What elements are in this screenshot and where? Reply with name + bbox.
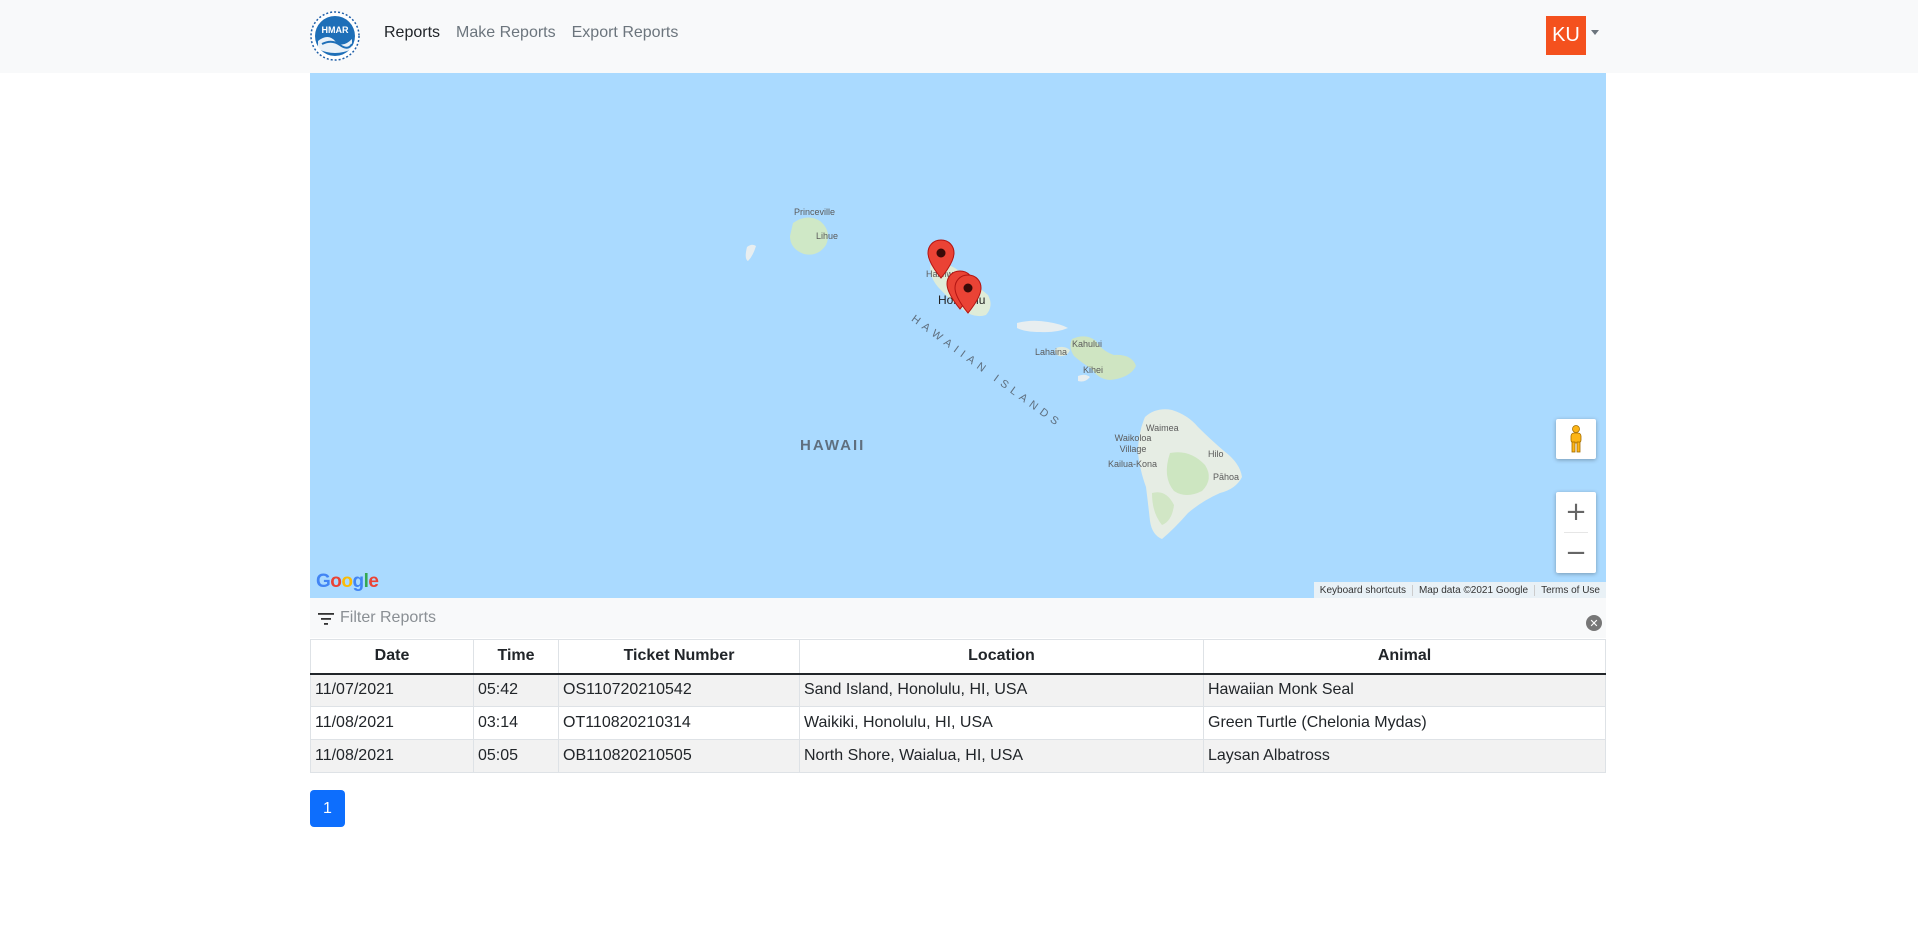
cell-date: 11/08/2021 xyxy=(310,706,474,740)
map-label-waikoloa: Waikoloa Village xyxy=(1114,433,1152,454)
cell-animal: Hawaiian Monk Seal xyxy=(1203,673,1606,707)
cell-animal: Green Turtle (Chelonia Mydas) xyxy=(1203,706,1606,740)
cell-date: 11/08/2021 xyxy=(310,739,474,773)
column-header-time[interactable]: Time xyxy=(473,639,559,675)
cell-ticket-number: OB110820210505 xyxy=(558,739,800,773)
zoom-in-button[interactable]: + xyxy=(1556,492,1596,532)
map-label-lahaina: Lahaina xyxy=(1035,347,1068,357)
map-label-hilo: Hilo xyxy=(1208,449,1224,459)
map-label-hawaii-region: HAWAII xyxy=(800,437,866,454)
keyboard-shortcuts-link[interactable]: Keyboard shortcuts xyxy=(1314,584,1413,596)
cell-time: 05:05 xyxy=(473,739,559,773)
pagination-page-button[interactable]: 1 xyxy=(310,790,345,827)
google-logo[interactable]: Google xyxy=(316,571,379,593)
zoom-controls: + − xyxy=(1556,492,1596,573)
pegman-icon xyxy=(1570,425,1582,453)
cell-time: 05:42 xyxy=(473,673,559,707)
hmar-logo[interactable]: HMAR xyxy=(310,11,360,61)
logo-text: HMAR xyxy=(322,25,349,35)
clear-filter-icon[interactable]: ✕ xyxy=(1586,615,1602,631)
nav-export-reports-link[interactable]: Export Reports xyxy=(572,24,679,42)
zoom-out-button[interactable]: − xyxy=(1556,533,1596,573)
table-header-row: Date Time Ticket Number Location Animal xyxy=(310,639,1606,675)
map-label-kahului: Kahului xyxy=(1072,339,1103,349)
filter-icon xyxy=(318,613,334,625)
map-label-kailua-kona: Kailua-Kona xyxy=(1108,459,1158,469)
filter-reports-input[interactable] xyxy=(340,606,1540,630)
map-marker-icon[interactable] xyxy=(954,274,982,314)
cell-location: Waikiki, Honolulu, HI, USA xyxy=(799,706,1204,740)
nav-make-reports-link[interactable]: Make Reports xyxy=(456,24,556,42)
map-label-lihue: Lihue xyxy=(816,231,839,241)
cell-ticket-number: OT110820210314 xyxy=(558,706,800,740)
cell-time: 03:14 xyxy=(473,706,559,740)
column-header-animal[interactable]: Animal xyxy=(1203,639,1606,675)
navbar: HMAR Reports Make Reports Export Reports… xyxy=(0,0,1918,73)
map-label-pahoa: Pāhoa xyxy=(1213,472,1240,482)
cell-date: 11/07/2021 xyxy=(310,673,474,707)
cell-location: North Shore, Waialua, HI, USA xyxy=(799,739,1204,773)
map-attribution: Keyboard shortcuts Map data ©2021 Google… xyxy=(1313,582,1606,598)
reports-table: Date Time Ticket Number Location Animal … xyxy=(310,639,1606,773)
cell-location: Sand Island, Honolulu, HI, USA xyxy=(799,673,1204,707)
map-label-princeville: Princeville xyxy=(794,207,836,217)
table-row[interactable]: 11/08/2021 03:14 OT110820210314 Waikiki,… xyxy=(310,706,1606,740)
user-menu-caret-icon[interactable] xyxy=(1591,30,1599,35)
nav-links: Reports Make Reports Export Reports xyxy=(384,24,694,42)
column-header-date[interactable]: Date xyxy=(310,639,474,675)
filter-bar: ✕ xyxy=(310,598,1606,638)
column-header-location[interactable]: Location xyxy=(799,639,1204,675)
user-avatar[interactable]: KU xyxy=(1546,16,1586,55)
map-label-waimea: Waimea xyxy=(1146,423,1179,433)
map-label-kihei: Kihei xyxy=(1083,365,1104,375)
map-islands xyxy=(745,217,1242,539)
nav-reports-link[interactable]: Reports xyxy=(384,24,440,42)
cell-ticket-number: OS110720210542 xyxy=(558,673,800,707)
cell-animal: Laysan Albatross xyxy=(1203,739,1606,773)
terms-of-use-link[interactable]: Terms of Use xyxy=(1535,585,1606,596)
street-view-pegman-button[interactable] xyxy=(1556,419,1596,459)
table-row[interactable]: 11/08/2021 05:05 OB110820210505 North Sh… xyxy=(310,739,1606,773)
table-row[interactable]: 11/07/2021 05:42 OS110720210542 Sand Isl… xyxy=(310,673,1606,707)
map-data-text: Map data ©2021 Google xyxy=(1413,584,1536,596)
reports-map[interactable]: Princeville Lihue Haleiwa Honolulu Kahul… xyxy=(310,73,1606,598)
column-header-ticket-number[interactable]: Ticket Number xyxy=(558,639,800,675)
